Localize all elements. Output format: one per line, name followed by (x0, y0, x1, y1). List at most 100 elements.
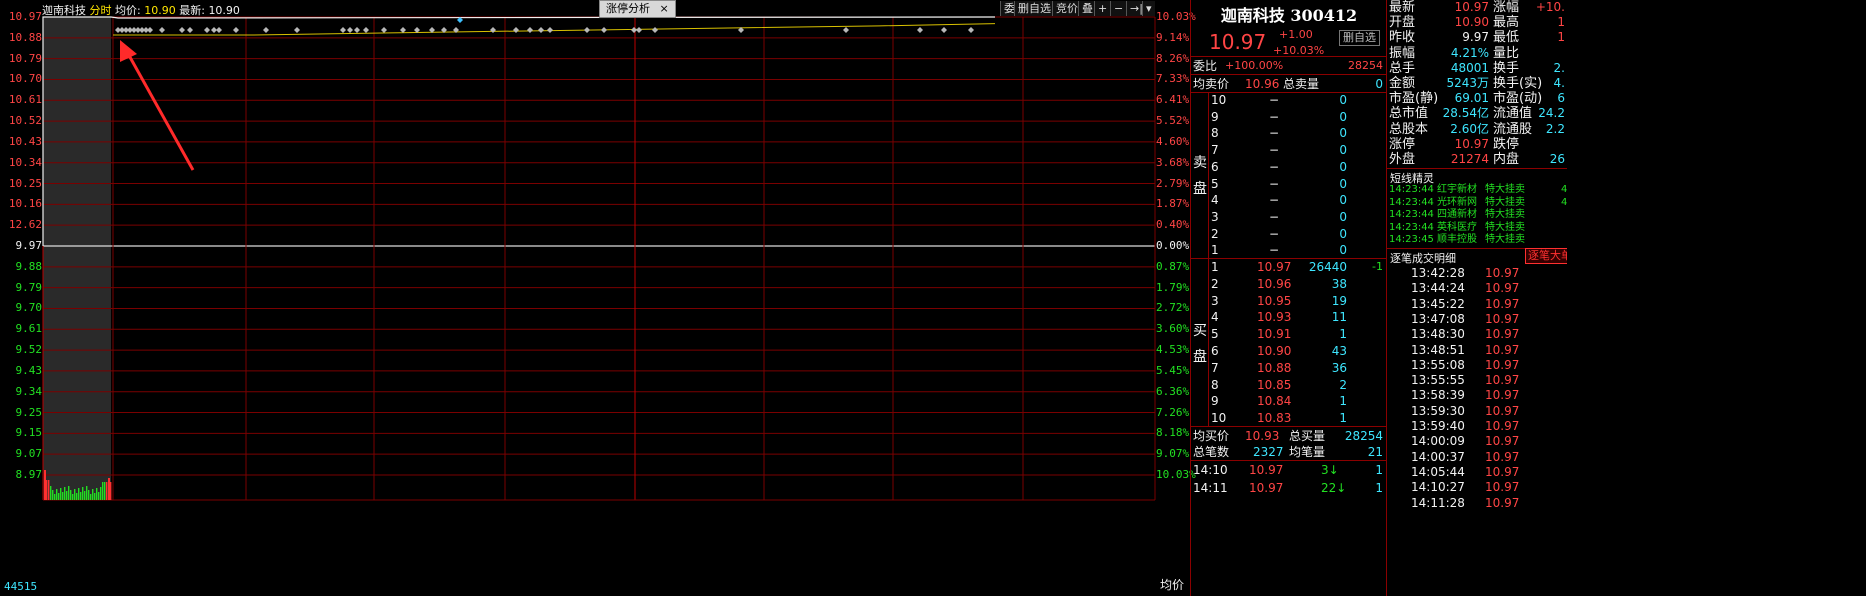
trade-row[interactable]: 13:55:55 10.97 (1387, 373, 1567, 388)
stat-row: 总市值 28.54亿 流通值 24.2 (1387, 106, 1567, 121)
weicha-value: 28254 (1348, 59, 1383, 72)
trade-row[interactable]: 14:10:27 10.97 (1387, 480, 1567, 495)
volume-bar (92, 489, 94, 500)
trade-row[interactable]: 14:00:37 10.97 (1387, 450, 1567, 465)
sell-level-row[interactable]: 1 − 0 (1191, 242, 1387, 258)
close-icon[interactable]: × (660, 2, 669, 15)
percent-tick-label: 6.41% (1156, 93, 1190, 107)
trade-row[interactable]: 13:59:40 10.97 (1387, 419, 1567, 434)
trade-time: 13:45:22 (1411, 296, 1465, 311)
volume-bar (96, 488, 98, 500)
buy-level-row[interactable]: 6 10.90 43 (1191, 343, 1387, 359)
level-price: − (1269, 193, 1280, 208)
remove-favorite-button[interactable]: 删自选 (1339, 30, 1380, 46)
tick-row[interactable]: 14:10 10.97 3↓ 1 (1191, 462, 1387, 478)
level-price: 10.91 (1257, 327, 1292, 342)
level-volume: 0 (1339, 126, 1347, 141)
tick-row[interactable]: 14:11 10.97 22↓ 1 (1191, 480, 1387, 496)
chart-canvas[interactable] (0, 0, 1190, 596)
trade-price: 10.97 (1485, 480, 1520, 495)
stat-label: 振幅 (1389, 45, 1416, 61)
intraday-chart[interactable]: 10.97 10.88 10.79 10.70 10.61 10.52 10.43 10.34… (0, 0, 1196, 596)
buy-level-row[interactable]: 1 10.97 26440 -1 (1191, 259, 1387, 275)
last-value: 10.90 (208, 4, 240, 17)
volume-bar (100, 487, 102, 500)
trade-time: 14:00:37 (1411, 449, 1465, 464)
sell-level-row[interactable]: 3 − 0 (1191, 209, 1387, 225)
trade-row[interactable]: 13:42:28 10.97 (1387, 266, 1567, 281)
trade-row[interactable]: 14:00:09 10.97 (1387, 434, 1567, 449)
buy-level-row[interactable]: 3 10.95 19 (1191, 293, 1387, 309)
toolbar-button[interactable]: 删自选 (1014, 1, 1054, 16)
toolbar-button[interactable]: − (1110, 1, 1127, 16)
buy-level-row[interactable]: 10 10.83 1 (1191, 410, 1387, 426)
sprite-item[interactable]: 14:23:44 红宇新材 特大挂卖 4 (1387, 184, 1567, 196)
sell-level-row[interactable]: 9 − 0 (1191, 109, 1387, 125)
trade-row[interactable]: 13:59:30 10.97 (1387, 404, 1567, 419)
sell-level-row[interactable]: 5 − 0 (1191, 176, 1387, 192)
sprite-item[interactable]: 14:23:44 四通新材 特大挂卖 (1387, 209, 1567, 221)
percent-tick-label: 0.40% (1156, 218, 1190, 232)
toolbar-button[interactable]: 竞价 (1052, 1, 1081, 16)
stat-label: 换手(实) (1493, 76, 1543, 91)
price-tick-label: 9.43 (15, 363, 43, 377)
big-order-tab[interactable]: 逐笔大单 (1525, 248, 1567, 264)
level-number: 7 (1211, 143, 1219, 158)
level-change: -1 (1372, 260, 1383, 273)
sprite-item[interactable]: 14:23:44 光环新网 特大挂卖 4 (1387, 197, 1567, 209)
level-number: 10 (1211, 93, 1227, 107)
trade-row[interactable]: 13:44:24 10.97 (1387, 281, 1567, 296)
sell-level-row[interactable]: 4 − 0 (1191, 192, 1387, 208)
buy-level-row[interactable]: 5 10.91 1 (1191, 326, 1387, 342)
level-number: 7 (1211, 360, 1219, 375)
stat-label: 总手 (1389, 60, 1416, 76)
price-tick-label: 10.16 (8, 197, 42, 211)
stat-label: 流通值 (1493, 106, 1533, 122)
volume-bar (108, 478, 110, 500)
tick-volume: 22↓ (1321, 481, 1347, 495)
trade-time: 13:47:08 (1411, 311, 1465, 326)
sprite-item[interactable]: 14:23:45 顺丰控股 特大挂卖 (1387, 234, 1567, 246)
sprite-signal: 特大挂卖 (1485, 196, 1525, 208)
trade-row[interactable]: 14:11:28 10.97 (1387, 496, 1567, 511)
change-value: +1.00 (1279, 28, 1313, 41)
avg-price-tag: 均价 (1160, 578, 1185, 592)
sell-level-row[interactable]: 10 − 0 (1191, 92, 1387, 108)
sell-level-row[interactable]: 6 − 0 (1191, 159, 1387, 175)
level-price: − (1269, 159, 1280, 174)
sell-total-value: 0 (1375, 77, 1383, 91)
buy-level-row[interactable]: 2 10.96 38 (1191, 276, 1387, 292)
level-volume: 0 (1339, 226, 1347, 241)
trade-price: 10.97 (1485, 281, 1520, 296)
percent-tick-label: 1.87% (1156, 197, 1190, 211)
sell-level-row[interactable]: 7 − 0 (1191, 142, 1387, 158)
percent-tick-label: 9.07% (1156, 447, 1190, 461)
sprite-time: 14:23:44 (1389, 196, 1434, 208)
sell-level-row[interactable]: 8 − 0 (1191, 125, 1387, 141)
sprite-signal: 特大挂卖 (1485, 234, 1525, 246)
buy-level-row[interactable]: 7 10.88 36 (1191, 360, 1387, 376)
chart-header: 迦南科技 分时 均价: 10.90 最新: 10.90 (42, 2, 240, 18)
trade-row[interactable]: 14:05:44 10.97 (1387, 465, 1567, 480)
level-volume: 36 (1331, 360, 1347, 375)
trade-row[interactable]: 13:58:39 10.97 (1387, 388, 1567, 403)
trade-row[interactable]: 13:48:30 10.97 (1387, 327, 1567, 342)
trade-row[interactable]: 13:45:22 10.97 (1387, 297, 1567, 312)
buy-level-row[interactable]: 4 10.93 11 (1191, 309, 1387, 325)
buy-level-row[interactable]: 9 10.84 1 (1191, 393, 1387, 409)
level-volume: 1 (1339, 327, 1347, 342)
trade-row[interactable]: 13:47:08 10.97 (1387, 312, 1567, 327)
trade-time: 13:44:24 (1411, 281, 1465, 296)
trade-row[interactable]: 13:48:51 10.97 (1387, 343, 1567, 358)
trade-time: 13:55:55 (1411, 373, 1465, 388)
trade-row[interactable]: 13:55:08 10.97 (1387, 358, 1567, 373)
tab-limit-up-analysis[interactable]: 涨停分析 × (599, 0, 676, 18)
volume-bar (44, 470, 46, 500)
toolbar-button[interactable]: ▾ (1142, 1, 1155, 16)
sell-level-row[interactable]: 2 − 0 (1191, 226, 1387, 242)
sprite-item[interactable]: 14:23:44 英科医疗 特大挂卖 (1387, 222, 1567, 234)
buy-level-row[interactable]: 8 10.85 2 (1191, 377, 1387, 393)
toolbar-button[interactable]: + (1094, 1, 1111, 16)
tick-time: 14:11 (1193, 481, 1228, 495)
level-number: 5 (1211, 176, 1219, 191)
